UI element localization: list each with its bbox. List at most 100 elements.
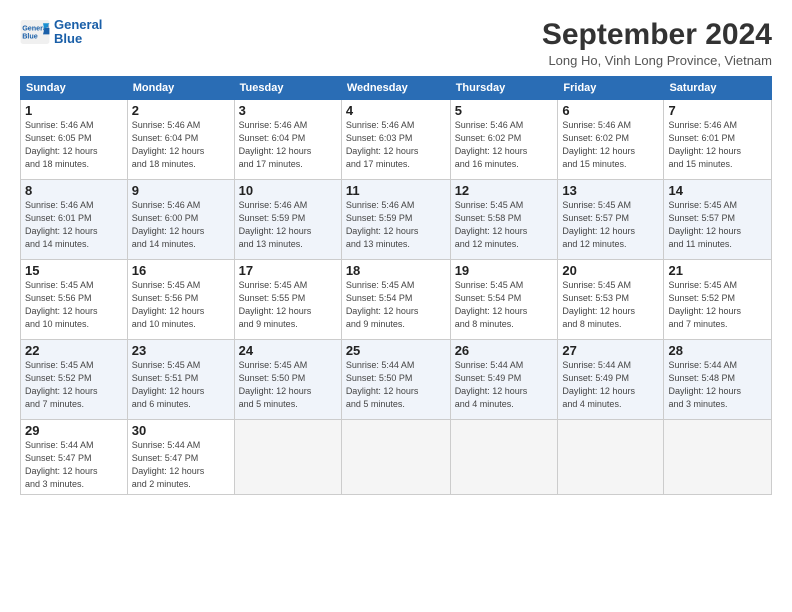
- day-cell: 4Sunrise: 5:46 AM Sunset: 6:03 PM Daylig…: [341, 100, 450, 180]
- month-title: September 2024: [542, 18, 772, 51]
- day-info: Sunrise: 5:45 AM Sunset: 5:52 PM Dayligh…: [668, 279, 767, 331]
- day-number: 27: [562, 343, 659, 358]
- day-cell: 28Sunrise: 5:44 AM Sunset: 5:48 PM Dayli…: [664, 340, 772, 420]
- day-info: Sunrise: 5:44 AM Sunset: 5:48 PM Dayligh…: [668, 359, 767, 411]
- day-number: 26: [455, 343, 554, 358]
- day-cell: [341, 420, 450, 495]
- day-cell: 16Sunrise: 5:45 AM Sunset: 5:56 PM Dayli…: [127, 260, 234, 340]
- day-number: 10: [239, 183, 337, 198]
- day-number: 11: [346, 183, 446, 198]
- day-cell: [664, 420, 772, 495]
- day-info: Sunrise: 5:45 AM Sunset: 5:50 PM Dayligh…: [239, 359, 337, 411]
- location: Long Ho, Vinh Long Province, Vietnam: [542, 53, 772, 68]
- day-info: Sunrise: 5:46 AM Sunset: 6:00 PM Dayligh…: [132, 199, 230, 251]
- day-info: Sunrise: 5:45 AM Sunset: 5:53 PM Dayligh…: [562, 279, 659, 331]
- day-cell: 9Sunrise: 5:46 AM Sunset: 6:00 PM Daylig…: [127, 180, 234, 260]
- day-cell: 25Sunrise: 5:44 AM Sunset: 5:50 PM Dayli…: [341, 340, 450, 420]
- week-row-4: 22Sunrise: 5:45 AM Sunset: 5:52 PM Dayli…: [21, 340, 772, 420]
- day-number: 19: [455, 263, 554, 278]
- day-info: Sunrise: 5:45 AM Sunset: 5:54 PM Dayligh…: [346, 279, 446, 331]
- day-number: 21: [668, 263, 767, 278]
- col-header-tuesday: Tuesday: [234, 77, 341, 100]
- col-header-friday: Friday: [558, 77, 664, 100]
- day-info: Sunrise: 5:46 AM Sunset: 6:03 PM Dayligh…: [346, 119, 446, 171]
- day-cell: 10Sunrise: 5:46 AM Sunset: 5:59 PM Dayli…: [234, 180, 341, 260]
- day-info: Sunrise: 5:45 AM Sunset: 5:56 PM Dayligh…: [25, 279, 123, 331]
- day-number: 7: [668, 103, 767, 118]
- day-number: 17: [239, 263, 337, 278]
- day-info: Sunrise: 5:46 AM Sunset: 6:01 PM Dayligh…: [668, 119, 767, 171]
- col-header-sunday: Sunday: [21, 77, 128, 100]
- day-cell: 8Sunrise: 5:46 AM Sunset: 6:01 PM Daylig…: [21, 180, 128, 260]
- day-number: 6: [562, 103, 659, 118]
- day-number: 13: [562, 183, 659, 198]
- day-number: 30: [132, 423, 230, 438]
- day-info: Sunrise: 5:46 AM Sunset: 6:01 PM Dayligh…: [25, 199, 123, 251]
- day-info: Sunrise: 5:46 AM Sunset: 5:59 PM Dayligh…: [239, 199, 337, 251]
- day-info: Sunrise: 5:46 AM Sunset: 6:04 PM Dayligh…: [239, 119, 337, 171]
- day-info: Sunrise: 5:46 AM Sunset: 6:02 PM Dayligh…: [455, 119, 554, 171]
- week-row-3: 15Sunrise: 5:45 AM Sunset: 5:56 PM Dayli…: [21, 260, 772, 340]
- day-info: Sunrise: 5:45 AM Sunset: 5:57 PM Dayligh…: [668, 199, 767, 251]
- day-info: Sunrise: 5:44 AM Sunset: 5:49 PM Dayligh…: [562, 359, 659, 411]
- day-number: 16: [132, 263, 230, 278]
- day-cell: 30Sunrise: 5:44 AM Sunset: 5:47 PM Dayli…: [127, 420, 234, 495]
- day-cell: 24Sunrise: 5:45 AM Sunset: 5:50 PM Dayli…: [234, 340, 341, 420]
- day-number: 5: [455, 103, 554, 118]
- day-number: 3: [239, 103, 337, 118]
- day-info: Sunrise: 5:46 AM Sunset: 6:05 PM Dayligh…: [25, 119, 123, 171]
- calendar: SundayMondayTuesdayWednesdayThursdayFrid…: [20, 76, 772, 495]
- day-cell: [234, 420, 341, 495]
- week-row-1: 1Sunrise: 5:46 AM Sunset: 6:05 PM Daylig…: [21, 100, 772, 180]
- day-cell: 29Sunrise: 5:44 AM Sunset: 5:47 PM Dayli…: [21, 420, 128, 495]
- day-info: Sunrise: 5:44 AM Sunset: 5:50 PM Dayligh…: [346, 359, 446, 411]
- day-cell: 20Sunrise: 5:45 AM Sunset: 5:53 PM Dayli…: [558, 260, 664, 340]
- day-info: Sunrise: 5:45 AM Sunset: 5:54 PM Dayligh…: [455, 279, 554, 331]
- day-cell: 17Sunrise: 5:45 AM Sunset: 5:55 PM Dayli…: [234, 260, 341, 340]
- col-header-monday: Monday: [127, 77, 234, 100]
- week-row-5: 29Sunrise: 5:44 AM Sunset: 5:47 PM Dayli…: [21, 420, 772, 495]
- day-info: Sunrise: 5:45 AM Sunset: 5:51 PM Dayligh…: [132, 359, 230, 411]
- day-cell: 1Sunrise: 5:46 AM Sunset: 6:05 PM Daylig…: [21, 100, 128, 180]
- day-number: 15: [25, 263, 123, 278]
- day-number: 24: [239, 343, 337, 358]
- day-info: Sunrise: 5:45 AM Sunset: 5:56 PM Dayligh…: [132, 279, 230, 331]
- week-row-2: 8Sunrise: 5:46 AM Sunset: 6:01 PM Daylig…: [21, 180, 772, 260]
- day-cell: 21Sunrise: 5:45 AM Sunset: 5:52 PM Dayli…: [664, 260, 772, 340]
- col-header-wednesday: Wednesday: [341, 77, 450, 100]
- day-info: Sunrise: 5:46 AM Sunset: 6:02 PM Dayligh…: [562, 119, 659, 171]
- day-info: Sunrise: 5:44 AM Sunset: 5:47 PM Dayligh…: [25, 439, 123, 491]
- day-info: Sunrise: 5:45 AM Sunset: 5:58 PM Dayligh…: [455, 199, 554, 251]
- day-cell: 13Sunrise: 5:45 AM Sunset: 5:57 PM Dayli…: [558, 180, 664, 260]
- day-info: Sunrise: 5:46 AM Sunset: 5:59 PM Dayligh…: [346, 199, 446, 251]
- day-number: 12: [455, 183, 554, 198]
- day-cell: [450, 420, 558, 495]
- day-info: Sunrise: 5:45 AM Sunset: 5:57 PM Dayligh…: [562, 199, 659, 251]
- day-info: Sunrise: 5:45 AM Sunset: 5:52 PM Dayligh…: [25, 359, 123, 411]
- day-number: 22: [25, 343, 123, 358]
- day-cell: 18Sunrise: 5:45 AM Sunset: 5:54 PM Dayli…: [341, 260, 450, 340]
- day-cell: 11Sunrise: 5:46 AM Sunset: 5:59 PM Dayli…: [341, 180, 450, 260]
- calendar-header: SundayMondayTuesdayWednesdayThursdayFrid…: [21, 77, 772, 100]
- day-info: Sunrise: 5:45 AM Sunset: 5:55 PM Dayligh…: [239, 279, 337, 331]
- day-number: 14: [668, 183, 767, 198]
- day-cell: 23Sunrise: 5:45 AM Sunset: 5:51 PM Dayli…: [127, 340, 234, 420]
- day-number: 8: [25, 183, 123, 198]
- day-info: Sunrise: 5:44 AM Sunset: 5:49 PM Dayligh…: [455, 359, 554, 411]
- day-number: 25: [346, 343, 446, 358]
- day-cell: 14Sunrise: 5:45 AM Sunset: 5:57 PM Dayli…: [664, 180, 772, 260]
- day-cell: 19Sunrise: 5:45 AM Sunset: 5:54 PM Dayli…: [450, 260, 558, 340]
- day-number: 29: [25, 423, 123, 438]
- svg-text:Blue: Blue: [22, 32, 38, 41]
- col-header-saturday: Saturday: [664, 77, 772, 100]
- title-section: September 2024 Long Ho, Vinh Long Provin…: [542, 18, 772, 68]
- calendar-body: 1Sunrise: 5:46 AM Sunset: 6:05 PM Daylig…: [21, 100, 772, 495]
- day-cell: 27Sunrise: 5:44 AM Sunset: 5:49 PM Dayli…: [558, 340, 664, 420]
- day-number: 1: [25, 103, 123, 118]
- day-cell: 3Sunrise: 5:46 AM Sunset: 6:04 PM Daylig…: [234, 100, 341, 180]
- day-info: Sunrise: 5:46 AM Sunset: 6:04 PM Dayligh…: [132, 119, 230, 171]
- day-number: 28: [668, 343, 767, 358]
- day-cell: 2Sunrise: 5:46 AM Sunset: 6:04 PM Daylig…: [127, 100, 234, 180]
- day-cell: 22Sunrise: 5:45 AM Sunset: 5:52 PM Dayli…: [21, 340, 128, 420]
- day-number: 23: [132, 343, 230, 358]
